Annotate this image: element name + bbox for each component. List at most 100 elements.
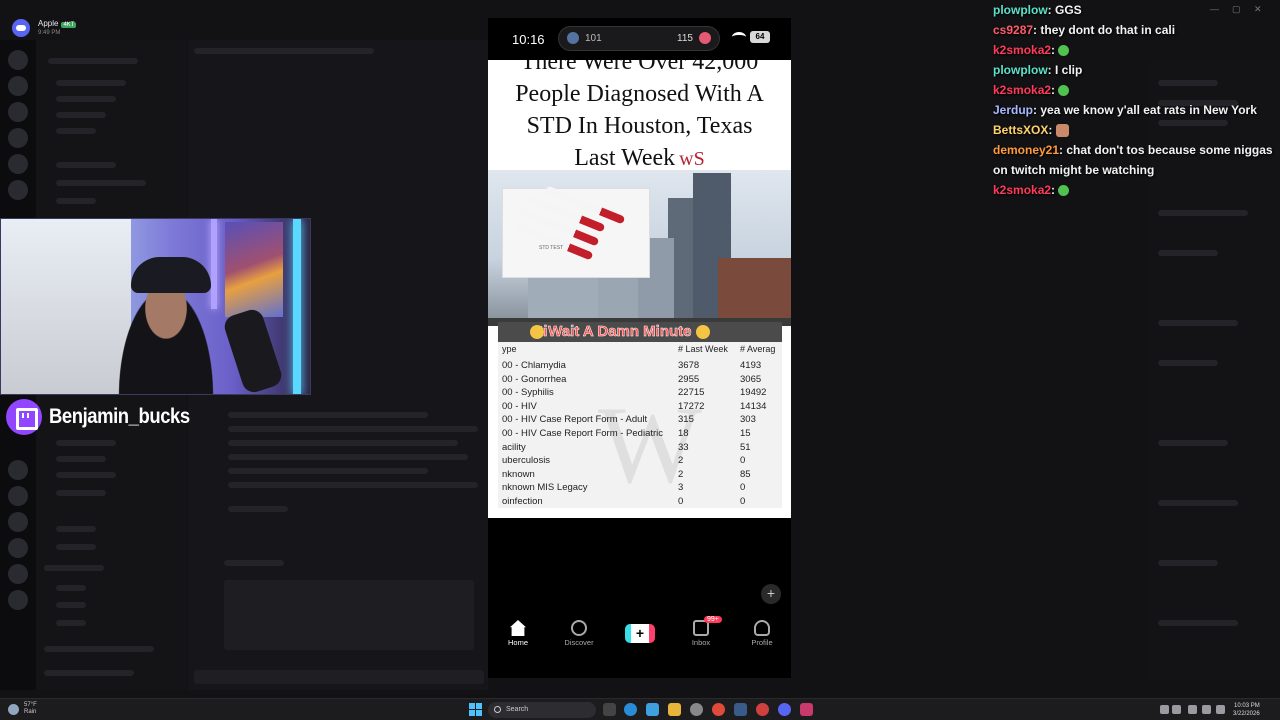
tab-discover[interactable]: Discover [554,620,604,647]
app-icon[interactable] [756,703,769,716]
table-title: Wait A Damn Minute [548,323,692,341]
chat-message: plowplow: I clip [993,63,1083,77]
taskbar-search[interactable]: Search [488,702,596,718]
row-label: 00 - Chlamydia [502,360,566,371]
battery-icon: 64 [750,31,770,43]
chat-text: GGS [1055,3,1082,17]
row-label: 00 - HIV Case Report Form - Pediatric [502,428,664,439]
create-button[interactable]: + [625,624,655,643]
tray-app-icon[interactable] [1172,705,1181,714]
chat-text: yea we know y'all eat rats in New York [1040,103,1257,117]
chat-username[interactable]: demoney21 [993,143,1059,157]
row-average: 15 [740,428,751,439]
emote-green-icon [1058,45,1070,57]
table-row: 00 - HIV Case Report Form - Adult 315 303 [498,414,782,428]
chat-username[interactable]: k2smoka2 [993,183,1051,197]
row-average: 0 [740,455,746,467]
home-icon [510,620,526,636]
col-last-week: # Last Week [678,344,728,354]
post-headline: There Were Over 42,000 People Diagnosed … [488,60,791,171]
row-average: 19492 [740,387,767,399]
microphone [221,306,285,394]
file-explorer-icon[interactable] [668,703,681,716]
chat-username[interactable]: plowplow [993,3,1048,17]
weather-widget[interactable]: 57°F Rain [24,702,37,716]
chat-message: cs9287: they dont do that in cali [993,23,1176,37]
table-row: 00 - Gonorrhea 2955 3065 [498,374,782,388]
chat-username[interactable]: plowplow [993,63,1048,77]
chat-message: plowplow: GGS [993,3,1082,17]
table-row: 00 - Syphilis 22715 19492 [498,387,782,401]
twitch-icon [6,399,42,435]
tab-profile[interactable]: Profile [737,620,787,647]
row-average: 3065 [740,373,762,385]
row-average: 0 [740,482,746,494]
col-average: # Averag [740,344,776,354]
status-bar: 10:16 101 115 64 [488,18,791,58]
row-last-week: 3 [678,482,684,494]
maximize-icon[interactable]: + [761,584,781,604]
emote-green-icon [1058,185,1070,197]
settings-icon[interactable] [690,703,703,716]
row-last-week: 22715 [678,387,705,399]
dynamic-island[interactable]: 101 115 [558,26,720,51]
row-last-week: 2955 [678,373,700,385]
start-icon[interactable] [469,703,482,716]
inbox-badge: 99+ [704,616,722,623]
chat-username[interactable]: k2smoka2 [993,43,1051,57]
row-average: 14134 [740,400,767,412]
table-row: 00 - HIV 17272 14134 [498,401,782,415]
tube-label: STD TEST [539,245,564,251]
task-view-icon[interactable] [603,703,616,716]
discord-taskbar-icon[interactable] [778,703,791,716]
discord-icon[interactable] [12,19,30,37]
tray-network-icon[interactable] [1188,705,1197,714]
table-row: nknown 2 85 [498,469,782,483]
tray-chevron-icon[interactable] [1160,705,1169,714]
headline-line-4: Last Week [574,145,676,171]
tab-home[interactable]: Home [493,620,543,647]
table-row: 00 - Chlamydia 3678 4193 [498,360,782,374]
brand-logo: ᴡS [679,148,705,170]
row-label: nknown [502,468,535,480]
row-label: nknown MIS Legacy [502,482,588,494]
row-label: oinfection [502,496,543,507]
obs-icon[interactable] [800,703,813,716]
chat-overlay: plowplow: GGS cs9287: they dont do that i… [993,0,1273,200]
steam-icon[interactable] [734,703,747,716]
weather-icon[interactable] [8,704,19,715]
scream-emoji-icon [695,325,710,340]
profile-icon [754,620,770,636]
island-left-icon [567,32,579,44]
chat-username[interactable]: cs9287 [993,23,1033,37]
chat-message: BettsXOX: [993,120,1273,140]
wifi-icon [732,32,746,42]
wall-poster [225,222,283,317]
chat-username[interactable]: k2smoka2 [993,83,1051,97]
wifi-tray-icon[interactable] [1202,705,1211,714]
row-average: 303 [740,414,756,426]
status-time: 10:16 [512,32,545,47]
chrome-icon[interactable] [712,703,725,716]
row-label: uberculosis [502,455,551,467]
streamer-name: Benjamin_bucks [49,405,190,428]
webcam-feed [0,218,311,395]
island-left-value: 101 [585,32,602,44]
post-image[interactable]: There Were Over 42,000 People Diagnosed … [488,60,791,518]
volume-icon[interactable] [1216,705,1225,714]
row-last-week: 2 [678,468,684,480]
taskbar-clock[interactable]: 10:03 PM 3/22/2026 [1233,702,1260,718]
chat-message: k2smoka2: [993,40,1273,60]
tab-inbox[interactable]: 99+ Inbox [676,616,726,647]
row-last-week: 18 [678,428,689,439]
edge-icon[interactable] [624,703,637,716]
chat-username[interactable]: BettsXOX [993,123,1048,137]
chat-username[interactable]: Jerdup [993,103,1033,117]
table-type-label: ype [502,344,517,354]
store-icon[interactable] [646,703,659,716]
bottom-tab-bar: Home Discover + 99+ Inbox Profile [488,616,791,658]
streamer-nameplate: Benjamin_bucks [6,398,209,436]
table-row: uberculosis 2 0 [498,455,782,469]
chat-text: they dont do that in cali [1040,23,1176,37]
row-last-week: 3678 [678,360,700,371]
